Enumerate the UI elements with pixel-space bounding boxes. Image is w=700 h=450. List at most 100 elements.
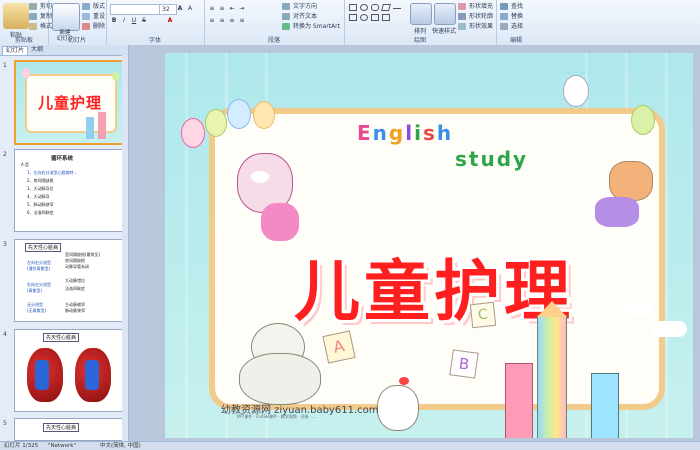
new-slide-icon[interactable] [52,3,80,31]
tab-slides[interactable]: 幻灯片 [2,46,29,55]
shape-effects-label: 形状效果 [469,23,494,30]
balloon-icon [22,68,30,78]
vessel-icon [35,360,49,390]
replace-button[interactable]: 替换 [500,12,523,21]
parallelogram-shape-icon[interactable] [381,4,391,11]
panel-scrollbar[interactable] [122,55,128,441]
thumb3-item: (青紫型) [27,288,43,293]
thumb3-item: 大动脉错位 [65,278,85,283]
reset-icon [82,13,90,20]
select-button[interactable]: 选择 [500,22,523,31]
rectangle-shape-icon[interactable] [349,4,357,11]
justify-icon[interactable]: ≡ [238,17,246,25]
rounded-rect-shape-icon[interactable] [371,4,379,11]
paragraph-group-label: 段落 [267,37,280,44]
text-direction-icon [282,3,290,10]
align-left-icon[interactable]: ≡ [208,17,216,25]
slide-thumbnail-4[interactable]: 先天性心脏病 [14,329,126,412]
editing-group: 查找 替换 选择 编辑 [496,0,536,45]
study-word: study [455,147,529,171]
layout-button[interactable]: 版式 [82,2,105,11]
shape-outline-button[interactable]: 形状轮廓 [458,12,493,21]
cloud-icon [651,321,687,337]
find-button[interactable]: 查找 [500,2,523,11]
font-size-box[interactable]: 32 [159,4,177,15]
align-center-icon[interactable]: ≡ [218,17,226,25]
english-letter: n [372,121,389,145]
line-shape-icon[interactable] [393,8,401,15]
align-text-button[interactable]: 对齐文本 [282,12,317,21]
decrease-indent-icon[interactable]: ⇤ [228,5,236,13]
letter-block-a-icon: A [322,330,356,364]
font-color-icon[interactable]: A [166,17,174,25]
slide-thumbnail-5[interactable]: 先天性心脏病 [14,418,126,441]
slide-panel: 幻灯片 大纲 1 儿童护理 2 循环系统 A.型 1、左向右分流型心脏病特...… [0,45,129,441]
thumb3-item: 肺动脉狭窄 [65,308,85,313]
thumb3-item: 动脉导管未闭 [65,264,89,269]
font-name-box[interactable] [110,4,160,15]
italic-icon[interactable]: I [120,17,128,25]
text-direction-button[interactable]: 文字方向 [282,2,317,11]
delete-button[interactable]: 删除 [82,22,105,31]
english-letter: E [357,121,373,145]
thumb2-item: 5、肺动脉狭窄 [27,202,54,207]
tower-icon [537,315,567,438]
stripe [185,53,188,438]
align-right-icon[interactable]: ≡ [228,17,236,25]
stripe [665,53,668,438]
circle-shape-icon[interactable] [360,14,368,21]
paragraph-group: ≡ ≡ ⇤ ⇥ ≡ ≡ ≡ ≡ 文字方向 对齐文本 转换为 SmartArt 段… [204,0,345,45]
cursor-icon [500,23,508,30]
delete-icon [82,23,90,30]
arrange-icon[interactable] [410,3,432,25]
align-text-icon [282,13,290,20]
quick-styles-icon[interactable] [434,3,456,25]
smartart-button[interactable]: 转换为 SmartArt [282,22,340,31]
scissors-icon [29,3,37,10]
bold-icon[interactable]: B [110,17,118,25]
paste-icon[interactable] [3,3,29,29]
oval-shape-icon[interactable] [360,4,368,11]
thumb3-item: (潜伏青紫型) [27,266,51,271]
slide-number: 1 [3,62,7,69]
increase-indent-icon[interactable]: ⇥ [238,5,246,13]
star-shape-icon[interactable] [371,14,379,21]
arrow-shape-icon[interactable] [382,14,390,21]
thumb2-item: 3、大动脉导位 [27,186,54,191]
shape-effects-button[interactable]: 形状效果 [458,22,493,31]
thumb2-title: 循环系统 [51,156,74,162]
smartart-icon [282,23,290,30]
drawing-group: 排列 快速样式 形状填充 形状轮廓 形状效果 绘图 [344,0,497,45]
textbox-shape-icon[interactable] [349,14,357,21]
balloon-icon [227,99,251,129]
underline-icon[interactable]: U [130,17,138,25]
slide-number: 2 [3,151,7,158]
shape-fill-button[interactable]: 形状填充 [458,2,493,11]
grow-font-icon[interactable]: A [176,5,184,13]
drawing-group-label: 绘图 [413,37,426,44]
numbering-icon[interactable]: ≡ [218,5,226,13]
thumb3-item: (无青紫型) [27,308,47,313]
slide-thumbnail-3[interactable]: 先天性心脏病 左向右分流型 (潜伏青紫型) 室间隔缺损(最常见) 房间隔缺损 动… [14,239,126,322]
clipboard-group: 粘贴 剪切 复制 格式刷 剪贴板 [0,0,58,45]
slides-group-label: 幻灯片 [67,37,86,44]
align-text-label: 对齐文本 [293,13,318,20]
bullets-icon[interactable]: ≡ [208,5,216,13]
reset-button[interactable]: 重设 [82,12,105,21]
strikethrough-icon[interactable]: S [140,17,148,25]
balloon-icon [112,72,119,81]
slide-thumbnail-1[interactable]: 儿童护理 [14,60,128,145]
font-group: 32 A A B I U S A 字体 [106,0,205,45]
slide-number: 3 [3,241,7,248]
slide-1[interactable]: English study 儿童护理 A B C 幼教资源网 ziyuan.ba… [165,53,693,438]
cloud-icon [623,303,653,315]
layout-label: 版式 [93,3,106,10]
copy-icon [29,13,37,20]
slide-number: 4 [3,331,7,338]
tab-outline[interactable]: 大纲 [28,46,46,54]
letter-block-c-icon: C [469,301,497,329]
english-letter: h [436,121,454,145]
thumb3-item: 法洛四联症 [65,286,85,291]
slide-thumbnail-2[interactable]: 循环系统 A.型 1、左向右分流型心脏病特... 2、房间隔缺损 3、大动脉导位… [14,149,126,232]
shrink-font-icon[interactable]: A [186,5,194,13]
